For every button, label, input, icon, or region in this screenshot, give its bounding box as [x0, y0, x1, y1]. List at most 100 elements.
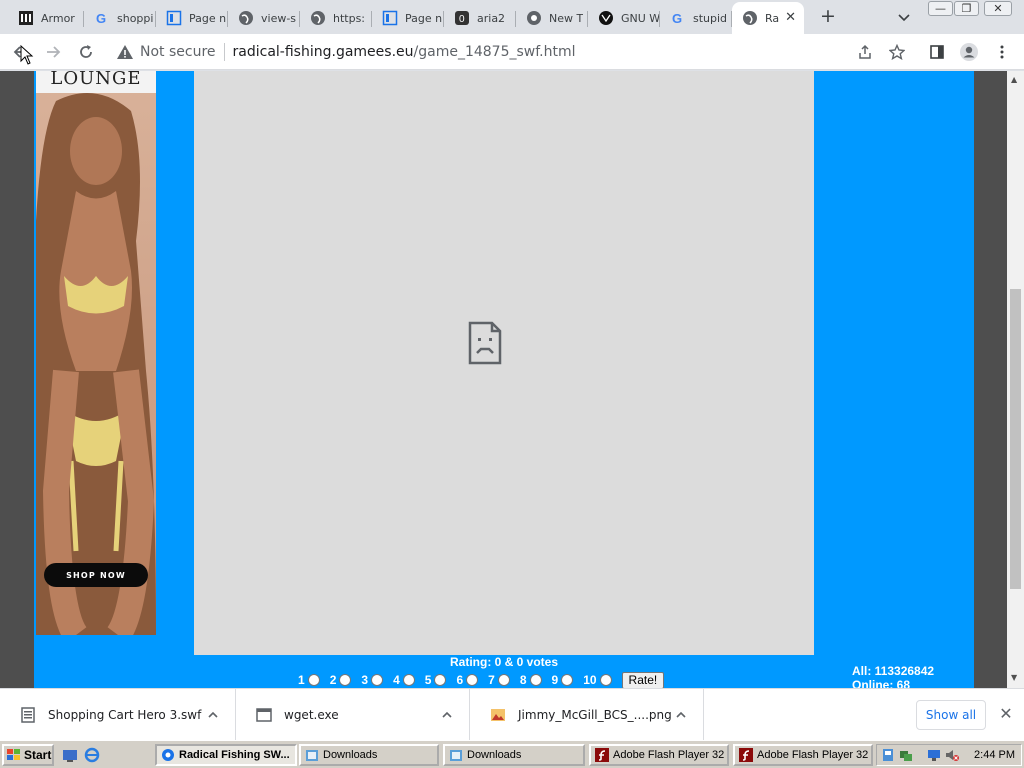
start-label: Start	[24, 748, 52, 762]
rating-radio-10[interactable]	[599, 674, 612, 686]
show-desktop-icon[interactable]	[62, 747, 78, 763]
tab-label: New T	[549, 11, 584, 25]
game-plugin-area[interactable]	[194, 71, 814, 655]
download-item[interactable]: wget.exe	[236, 689, 470, 741]
page-icon	[382, 10, 398, 26]
start-button[interactable]: Start	[2, 744, 54, 766]
browser-toolbar: Not secure radical-fishing.gamees.eu/gam…	[0, 34, 1024, 70]
forward-button[interactable]	[42, 41, 64, 63]
warning-icon[interactable]	[116, 43, 134, 61]
globe-icon	[742, 10, 758, 26]
rating-option-label: 9	[551, 673, 559, 687]
scroll-down-arrow-icon[interactable]: ▼	[1011, 673, 1017, 682]
shop-now-button[interactable]: SHOP NOW	[44, 563, 148, 587]
tab-page-not-found-2[interactable]: Page n	[372, 4, 444, 32]
tab-aria2[interactable]: 0 aria2	[444, 4, 516, 32]
svg-text:G: G	[672, 11, 682, 26]
rating-option-label: 8	[519, 673, 527, 687]
rating-option-label: 3	[361, 673, 369, 687]
rating-summary: Rating: 0 & 0 votes	[449, 655, 559, 669]
tab-label: aria2	[477, 11, 506, 25]
taskbar-item-flash-player[interactable]: Adobe Flash Player 32	[589, 744, 729, 766]
stats-all: All: 113326842	[852, 664, 935, 678]
taskbar-item-flash-player-2[interactable]: Adobe Flash Player 32	[733, 744, 873, 766]
security-status[interactable]: Not secure	[140, 44, 216, 60]
tab-view-source[interactable]: view-s	[228, 4, 300, 32]
stats-online: Online: 68	[852, 678, 911, 688]
gnu-icon	[598, 10, 614, 26]
url-host: radical-fishing.gamees.eu	[232, 44, 414, 60]
side-panel-icon[interactable]	[926, 41, 948, 63]
chevron-up-icon[interactable]	[675, 709, 687, 721]
close-window-button[interactable]: ✕	[984, 1, 1012, 16]
chevron-up-icon[interactable]	[441, 709, 453, 721]
tab-strip: Armor G shoppi Page n view-s https: Page…	[0, 0, 1024, 34]
museum-icon	[18, 10, 34, 26]
rating-radio-1[interactable]	[307, 674, 320, 686]
taskbar-clock[interactable]: 2:44 PM	[974, 749, 1015, 761]
rating-radio-6[interactable]	[466, 674, 479, 686]
download-item[interactable]: Jimmy_McGill_BCS_....png	[470, 689, 704, 741]
page-scrollbar[interactable]: ▲ ▼	[1007, 71, 1024, 688]
chrome-icon	[526, 10, 542, 26]
tab-shopping[interactable]: G shoppi	[84, 4, 156, 32]
close-tab-icon[interactable]: ✕	[785, 10, 796, 25]
screen: Armor G shoppi Page n view-s https: Page…	[0, 0, 1024, 768]
tab-label: Armor	[41, 11, 75, 25]
minimize-button[interactable]: —	[928, 1, 953, 16]
share-icon[interactable]	[854, 41, 876, 63]
close-downloads-icon[interactable]: ✕	[998, 706, 1014, 722]
flash-player-icon	[595, 748, 609, 762]
profile-avatar-icon[interactable]	[958, 41, 980, 63]
tab-stupid[interactable]: G stupid	[660, 4, 732, 32]
url-text[interactable]: radical-fishing.gamees.eu/game_14875_swf…	[233, 44, 576, 60]
rating-radio-9[interactable]	[561, 674, 574, 686]
rating-radio-2[interactable]	[339, 674, 352, 686]
tab-label: Page n	[189, 11, 227, 25]
tab-gnu-wget[interactable]: GNU W	[588, 4, 660, 32]
reload-button[interactable]	[75, 41, 97, 63]
address-divider	[223, 43, 225, 61]
bookmark-star-icon[interactable]	[886, 41, 908, 63]
tab-label: view-s	[261, 11, 297, 25]
taskbar-item-radical-fishing[interactable]: Radical Fishing SW...	[155, 744, 297, 766]
tab-armor[interactable]: Armor	[8, 4, 84, 32]
lingerie-ad-banner[interactable]: LOUNGE SHOP NOW	[36, 71, 156, 635]
task-label: Radical Fishing SW...	[179, 749, 290, 761]
rating-radio-5[interactable]	[434, 674, 447, 686]
google-icon: G	[94, 10, 110, 26]
tray-monitor-icon[interactable]	[927, 748, 941, 762]
tab-new-tab[interactable]: New T	[516, 4, 588, 32]
tab-page-not-found[interactable]: Page n	[156, 4, 228, 32]
tray-app-icon[interactable]	[881, 748, 895, 762]
rate-button[interactable]: Rate!	[621, 671, 665, 688]
restore-button[interactable]: ❐	[954, 1, 979, 16]
rating-option-label: 7	[488, 673, 495, 687]
rating-radio-4[interactable]	[402, 674, 415, 686]
menu-kebab-icon[interactable]	[991, 41, 1013, 63]
chevron-up-icon[interactable]	[207, 709, 219, 721]
download-name: wget.exe	[284, 708, 339, 722]
tab-radical-fishing[interactable]: Ra ✕	[732, 2, 804, 34]
new-tab-button[interactable]: +	[818, 7, 838, 27]
scroll-up-arrow-icon[interactable]: ▲	[1011, 75, 1017, 84]
rating-options: 1 2 3 4 5 6 7 8 9 10 Rate!	[298, 671, 665, 688]
tab-https[interactable]: https:	[300, 4, 372, 32]
globe-icon	[310, 10, 326, 26]
volume-muted-icon[interactable]	[945, 748, 959, 762]
taskbar-item-downloads-2[interactable]: Downloads	[443, 744, 585, 766]
address-bar[interactable]: Not secure radical-fishing.gamees.eu/gam…	[108, 38, 920, 66]
tab-search-chevron-icon[interactable]	[896, 9, 912, 25]
taskbar-item-downloads[interactable]: Downloads	[299, 744, 439, 766]
download-item[interactable]: Shopping Cart Hero 3.swf	[0, 689, 236, 741]
windows-flag-icon	[7, 749, 21, 761]
rating-radio-8[interactable]	[529, 674, 542, 686]
scroll-thumb[interactable]	[1010, 289, 1021, 589]
show-all-downloads-button[interactable]: Show all	[916, 700, 986, 730]
internet-explorer-icon[interactable]	[84, 747, 100, 763]
rating-radio-7[interactable]	[497, 674, 510, 686]
tray-network-icon[interactable]	[899, 748, 913, 762]
rating-radio-3[interactable]	[371, 674, 384, 686]
exe-icon	[256, 707, 272, 723]
tab-label: Ra	[765, 11, 780, 25]
